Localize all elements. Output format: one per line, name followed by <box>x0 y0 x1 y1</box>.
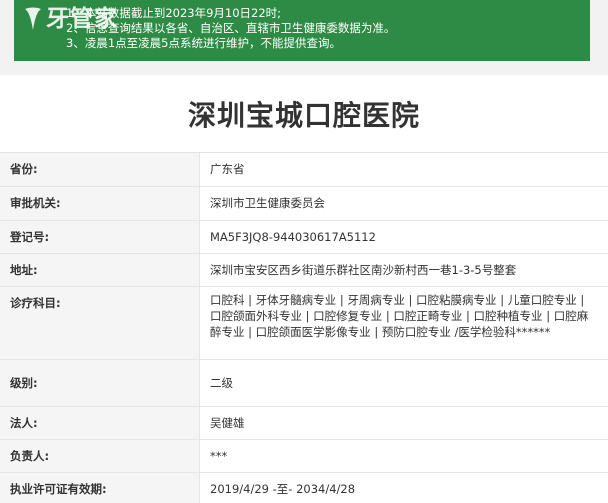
row-license-validity: 执业许可证有效期: 2019/4/29 -至- 2034/4/28 <box>0 473 608 503</box>
row-value: 口腔科 | 牙体牙髓病专业 | 牙周病专业 | 口腔粘膜病专业 | 儿童口腔专业… <box>210 293 589 339</box>
row-label: 省份: <box>0 153 200 186</box>
row-value: 深圳市卫生健康委员会 <box>210 196 325 210</box>
row-value: 2019/4/29 -至- 2034/4/28 <box>210 482 356 496</box>
row-approval-authority: 审批机关: 深圳市卫生健康委员会 <box>0 187 608 221</box>
row-legal-person: 法人: 吴健雄 <box>0 407 608 440</box>
row-value: MA5F3JQ8-944030617A5112 <box>210 230 376 244</box>
notice-banner: 牙管家 1、本站数据截止到2023年9月10日22时; 2、信息查询结果以各省、… <box>14 0 590 61</box>
notice-line-3: 3、凌晨1点至凌晨5点系统进行维护，不能提供查询。 <box>66 36 341 50</box>
notice-line-1: 1、本站数据截止到2023年9月10日22时; <box>66 6 282 20</box>
row-label: 执业许可证有效期: <box>0 473 200 503</box>
notice-line-2: 2、信息查询结果以各省、自治区、直辖市卫生健康委数据为准。 <box>66 21 396 35</box>
row-label: 级别: <box>0 360 200 406</box>
row-value: *** <box>210 449 228 463</box>
row-value: 深圳市宝安区西乡街道乐群社区南沙新村西一巷1-3-5号整套 <box>210 263 517 277</box>
row-address: 地址: 深圳市宝安区西乡街道乐群社区南沙新村西一巷1-3-5号整套 <box>0 254 608 287</box>
row-level: 级别: 二级 <box>0 360 608 407</box>
row-label: 诊疗科目: <box>0 287 200 359</box>
row-person-in-charge: 负责人: *** <box>0 440 608 473</box>
row-label: 法人: <box>0 407 200 439</box>
row-value: 吴健雄 <box>210 416 245 430</box>
row-label: 审批机关: <box>0 187 200 220</box>
row-departments: 诊疗科目: 口腔科 | 牙体牙髓病专业 | 牙周病专业 | 口腔粘膜病专业 | … <box>0 287 608 360</box>
tooth-logo-icon <box>25 7 41 30</box>
row-registration-number: 登记号: MA5F3JQ8-944030617A5112 <box>0 221 608 254</box>
row-value: 二级 <box>210 376 233 390</box>
row-label: 负责人: <box>0 440 200 472</box>
row-label: 登记号: <box>0 221 200 253</box>
hospital-name-title: 深圳宝城口腔医院 <box>187 99 420 132</box>
row-province: 省份: 广东省 <box>0 153 608 187</box>
row-label: 地址: <box>0 254 200 286</box>
row-value: 广东省 <box>210 162 245 176</box>
